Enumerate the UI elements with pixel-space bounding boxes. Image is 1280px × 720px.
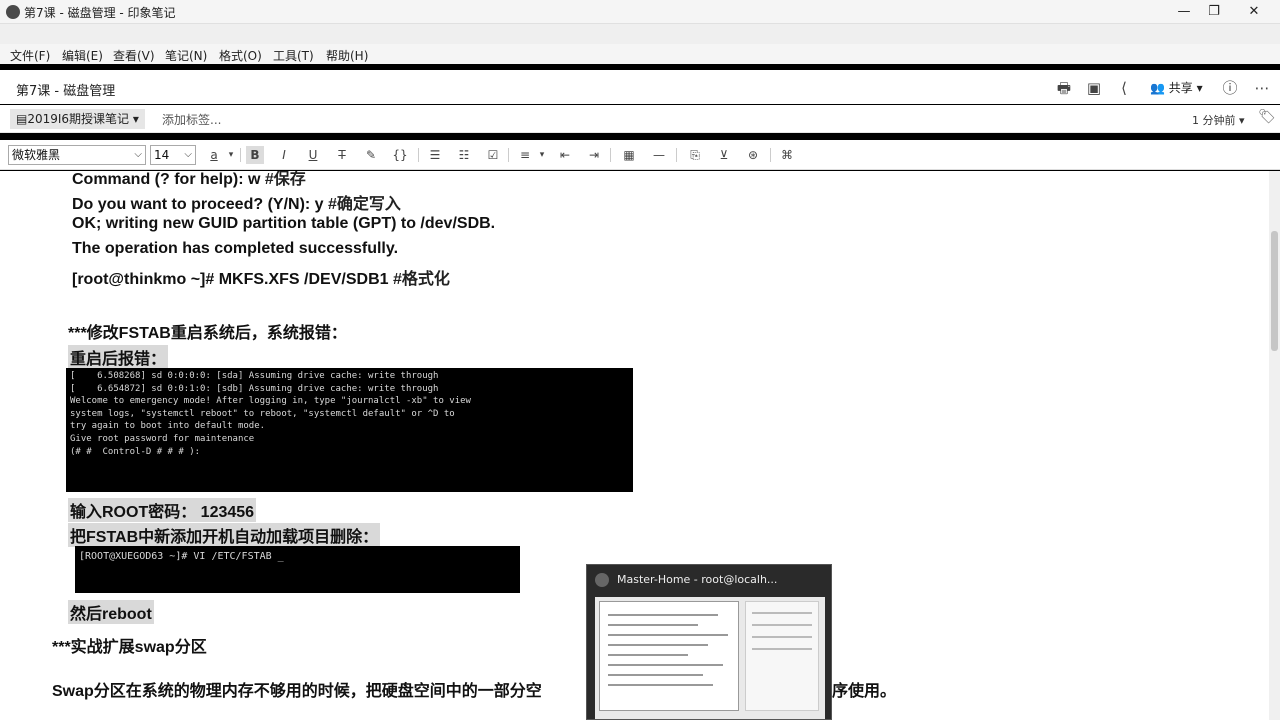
- print-icon[interactable]: 🖶: [1054, 78, 1074, 98]
- text-line: Do you want to proceed? (Y/N): y #确定写入: [72, 196, 401, 213]
- chevron-down-icon[interactable]: ▾: [533, 146, 551, 164]
- share-button[interactable]: 👥 共享 ▾: [1150, 79, 1203, 96]
- vertical-scrollbar[interactable]: [1269, 171, 1280, 720]
- reboot-label: 然后reboot: [68, 600, 154, 624]
- toolbar-divider: [770, 148, 771, 162]
- stamp-icon[interactable]: ⊻: [715, 146, 733, 164]
- encrypt-icon[interactable]: ⊛: [744, 146, 762, 164]
- chevron-down-icon: ⌵: [184, 149, 192, 160]
- vi-fstab-screenshot: [ROOT@XUEGOD63 ~]# VI /ETC/FSTAB _: [75, 546, 520, 593]
- minimize-button[interactable]: —: [1174, 2, 1194, 22]
- chevron-down-icon[interactable]: ▾: [222, 146, 240, 164]
- horizontal-rule-icon[interactable]: —: [650, 146, 668, 164]
- text-line: The operation has completed successfully…: [72, 240, 399, 257]
- window-title: 第7课 - 磁盘管理 - 印象笔记: [24, 6, 176, 20]
- menu-bar: 文件(F) 编辑(E) 查看(V) 笔记(N) 格式(O) 工具(T) 帮助(H…: [0, 44, 1280, 64]
- font-size-value: 14: [154, 148, 170, 162]
- present-icon[interactable]: ▣: [1084, 78, 1104, 98]
- highlight-icon[interactable]: ✎: [362, 146, 380, 164]
- font-size-select[interactable]: 14 ⌵: [150, 145, 196, 165]
- toolbar-divider: [676, 148, 677, 162]
- modified-time: 1 分钟前: [1192, 114, 1236, 127]
- evernote-app-icon: [6, 5, 20, 19]
- table-icon[interactable]: ▦: [620, 146, 638, 164]
- format-toolbar: 微软雅黑 ⌵ 14 ⌵ a ▾ B I U T ✎ {} ☰ ☷ ☑ ≡ ▾ ⇤ ⇥…: [0, 140, 1280, 170]
- delete-fstab-label: 把FSTAB中新添加开机自动加载项目删除：: [68, 523, 381, 547]
- tag-bar: ▤2019I6期授课笔记 ▾ 添加标签... 1 分钟前 ▾ 🏷: [0, 105, 1280, 133]
- window-titlebar: 第7课 - 磁盘管理 - 印象笔记 — ❐ ✕: [0, 0, 1280, 24]
- menu-help[interactable]: 帮助(H): [326, 47, 368, 64]
- terminal-app-icon: [595, 573, 609, 587]
- align-icon[interactable]: ≡: [516, 146, 534, 164]
- people-icon: 👥: [1150, 81, 1165, 95]
- toolbar-divider: [240, 148, 241, 162]
- close-button[interactable]: ✕: [1244, 2, 1264, 22]
- menu-note[interactable]: 笔记(N): [165, 47, 207, 64]
- restore-button[interactable]: ❐: [1204, 2, 1224, 22]
- menu-view[interactable]: 查看(V): [113, 47, 155, 64]
- notebook-icon: ▤: [16, 112, 28, 126]
- menu-tools[interactable]: 工具(T): [273, 47, 314, 64]
- toolbar-divider: [508, 148, 509, 162]
- bold-icon[interactable]: B: [246, 146, 264, 164]
- attachment-icon[interactable]: ⎘: [686, 146, 704, 164]
- text-line: Command (? for help): w #保存: [72, 171, 306, 188]
- more-icon[interactable]: ⋯: [1252, 78, 1272, 98]
- font-family-value: 微软雅黑: [12, 148, 61, 162]
- section-heading: ***实战扩展swap分区: [52, 639, 207, 656]
- note-header: 第7课 - 磁盘管理 🖶 ▣ ⟨ 👥 共享 ▾ ⓘ ⋯: [0, 70, 1280, 104]
- notebook-name: 2019I6期授课笔记: [27, 112, 130, 126]
- outdent-icon[interactable]: ⇤: [556, 146, 574, 164]
- menu-edit[interactable]: 编辑(E): [62, 47, 103, 64]
- add-tag-input[interactable]: 添加标签...: [162, 111, 221, 128]
- notebook-selector[interactable]: ▤2019I6期授课笔记 ▾: [10, 109, 145, 129]
- share-icon[interactable]: ⟨: [1114, 78, 1134, 98]
- modified-time-dropdown[interactable]: 1 分钟前 ▾: [1192, 112, 1245, 128]
- code-icon[interactable]: {}: [391, 146, 409, 164]
- strikethrough-icon[interactable]: T: [333, 146, 351, 164]
- shortcut-icon[interactable]: ⌘: [778, 146, 796, 164]
- section-heading: ***修改FSTAB重启系统后，系统报错：: [68, 325, 347, 342]
- font-family-select[interactable]: 微软雅黑 ⌵: [8, 145, 146, 165]
- preview-title: Master-Home - root@localh...: [617, 573, 778, 586]
- text-line: OK; writing new GUID partition table (GP…: [72, 215, 496, 232]
- share-label: 共享: [1168, 81, 1193, 95]
- error-label: 重启后报错：: [68, 345, 169, 369]
- scrollbar-thumb[interactable]: [1271, 231, 1278, 351]
- indent-icon[interactable]: ⇥: [585, 146, 603, 164]
- checkbox-icon[interactable]: ☑: [484, 146, 502, 164]
- toolbar-divider: [418, 148, 419, 162]
- thumbnail-pane: [599, 601, 739, 711]
- menu-file[interactable]: 文件(F): [10, 47, 50, 64]
- toolbar-divider: [610, 148, 611, 162]
- underline-icon[interactable]: U: [304, 146, 322, 164]
- text-line: 序使用。: [832, 683, 897, 700]
- menu-format[interactable]: 格式(O): [219, 47, 262, 64]
- chevron-down-icon: ⌵: [134, 149, 142, 160]
- thumbnail-sidebar: [745, 601, 819, 711]
- tag-icon[interactable]: 🏷: [1258, 109, 1276, 125]
- italic-icon[interactable]: I: [275, 146, 293, 164]
- text-line: [root@thinkmo ~]# MKFS.XFS /DEV/SDB1 #格式…: [72, 271, 450, 288]
- info-icon[interactable]: ⓘ: [1220, 78, 1240, 98]
- note-title[interactable]: 第7课 - 磁盘管理: [16, 80, 115, 99]
- numbered-list-icon[interactable]: ☷: [455, 146, 473, 164]
- root-password-label: 输入ROOT密码： 123456: [68, 498, 257, 522]
- taskbar-preview-popup[interactable]: Master-Home - root@localh...: [586, 564, 832, 720]
- text-line: Swap分区在系统的物理内存不够用的时候，把硬盘空间中的一部分空: [52, 683, 542, 700]
- font-color-icon[interactable]: a: [205, 146, 223, 164]
- preview-thumbnail[interactable]: [595, 597, 825, 719]
- emergency-mode-screenshot: [ 6.508268] sd 0:0:0:0: [sda] Assuming d…: [66, 368, 633, 492]
- bullet-list-icon[interactable]: ☰: [426, 146, 444, 164]
